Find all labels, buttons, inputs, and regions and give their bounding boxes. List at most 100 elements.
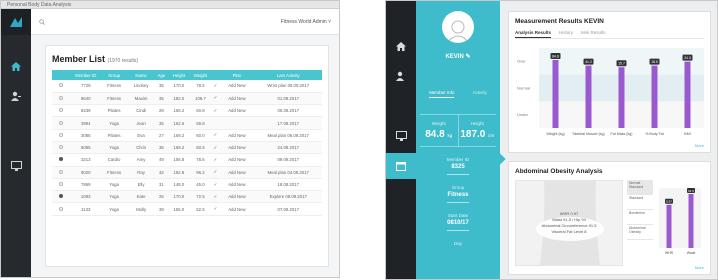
select-cell[interactable] — [52, 166, 71, 179]
tab-history[interactable]: History — [559, 30, 573, 38]
bar — [552, 60, 559, 128]
row-select-radio[interactable] — [59, 120, 64, 125]
search-bar[interactable] — [39, 18, 281, 25]
measurement-results-panel: Measurement Results KEVIN Analysis Resul… — [508, 11, 711, 153]
row-select-radio[interactable] — [59, 132, 64, 137]
table-cell: Chris — [127, 141, 155, 155]
column-header[interactable]: Last Activity — [254, 70, 322, 80]
add-plan-link[interactable]: Add New — [219, 80, 255, 93]
select-cell[interactable] — [52, 202, 71, 216]
column-header[interactable]: Weight — [189, 70, 212, 80]
add-plan-link[interactable]: Add New — [219, 129, 255, 142]
column-header[interactable] — [52, 70, 71, 80]
add-plan-link[interactable] — [219, 116, 255, 130]
row-select-radio[interactable] — [59, 145, 64, 150]
row-select-radio[interactable] — [59, 182, 64, 187]
add-plan-link[interactable]: Add New — [219, 178, 255, 192]
table-cell: Explore 08.09.2017 — [254, 190, 322, 204]
table-cell: 60.8 — [189, 104, 212, 118]
table-row[interactable]: 6085 Yoga Chris 36 168.2 60.5 ✓ Add New 24.08.20… — [52, 141, 322, 155]
table-cell: 6085 — [70, 141, 101, 155]
column-header[interactable]: Age — [154, 70, 169, 80]
user-menu[interactable]: Fitness World Admin ˅ — [281, 19, 331, 25]
table-row[interactable]: 1093 Yoga Kate 26 170.0 72.5 ✓ Add New Explore 0… — [52, 190, 322, 204]
table-cell: 31 — [154, 178, 169, 192]
table-row[interactable]: 9020 Fitness Ray 32 182.8 96.2 ✓ Add New Meal pl… — [52, 166, 322, 179]
abdominal-obesity-panel: Abdominal Obesity Analysis WHR 0.97 Wais… — [508, 161, 711, 275]
tick-label: BMI — [684, 132, 690, 136]
select-cell[interactable] — [52, 104, 71, 118]
member-list-window: Personal Body Data Analysis Fitness Worl… — [0, 0, 340, 278]
members-icon[interactable] — [386, 63, 416, 89]
tab-mini-results[interactable]: Mini Results — [581, 30, 606, 38]
row-select-radio[interactable] — [59, 108, 64, 113]
chevron-down-icon: ˅ — [328, 18, 331, 25]
data-label: 91.5 — [688, 189, 694, 193]
row-select-radio[interactable] — [59, 157, 64, 162]
table-row[interactable]: 8640 Fitness Maxim 35 182.0 108.7 ✓ Add New 01.0… — [52, 92, 322, 106]
table-row[interactable]: 3085 Pilates Eva 27 169.2 60.0 ✓ Add New Meal pl… — [52, 129, 322, 142]
column-header[interactable]: Name — [127, 70, 155, 80]
row-select-radio[interactable] — [59, 206, 64, 211]
column-header[interactable]: Height — [168, 70, 190, 80]
table-cell: 7729 — [70, 80, 101, 93]
select-cell[interactable] — [52, 116, 71, 130]
table-row[interactable]: 7869 Yoga Elly 31 148.0 45.0 ✓ Add New 18.08.201… — [52, 178, 322, 192]
band-label: Under — [517, 112, 529, 117]
monitor-icon[interactable] — [1, 153, 31, 179]
row-select-radio[interactable] — [59, 95, 64, 100]
more-link[interactable]: More — [695, 143, 704, 148]
home-icon[interactable] — [386, 33, 416, 59]
select-cell[interactable] — [52, 178, 71, 192]
select-cell[interactable] — [52, 153, 71, 167]
calendar-icon[interactable] — [386, 153, 416, 179]
column-header[interactable]: Plan — [219, 70, 255, 80]
select-cell[interactable] — [52, 80, 71, 93]
table-cell: 09.09.2017 — [254, 153, 322, 167]
tick-label: Fat Mass (kg) — [611, 132, 633, 136]
table-cell: Elly — [127, 178, 155, 192]
column-header[interactable]: Member ID — [70, 70, 101, 80]
table-row[interactable]: 3213 Cardio Amy 49 155.8 78.6 ✓ Add New 09.09.20… — [52, 153, 322, 167]
main-content: Fitness World Admin ˅ Member List (1970 … — [31, 9, 339, 277]
tab-analysis-results[interactable]: Analysis Results — [515, 30, 552, 38]
monitor-icon[interactable] — [386, 123, 416, 149]
add-plan-link[interactable]: Add New — [219, 166, 255, 179]
tab-member-info[interactable]: Member Info — [429, 90, 455, 98]
column-header[interactable]: Group — [100, 70, 128, 80]
add-plan-link[interactable]: Add New — [219, 141, 255, 155]
add-plan-link[interactable]: Add New — [219, 190, 255, 204]
add-plan-link[interactable]: Add New — [219, 202, 255, 216]
column-header[interactable] — [211, 70, 220, 80]
table-row[interactable]: 3994 Yoga Jean 35 162.6 59.8 17.08.2017 — [52, 116, 322, 130]
band-label: Normal — [517, 85, 530, 90]
row-select-radio[interactable] — [59, 169, 64, 174]
member-id-field: Member ID 8325 — [416, 157, 500, 175]
home-icon[interactable] — [1, 53, 31, 79]
table-cell: 162.6 — [168, 116, 190, 130]
add-plan-link[interactable]: Add New — [219, 92, 255, 106]
more-link[interactable]: More — [695, 265, 704, 270]
select-cell[interactable] — [52, 92, 71, 106]
table-row[interactable]: 7729 Fitness Lindsey 35 170.0 78.5 ✓ Add New Wri… — [52, 80, 322, 93]
table-cell: Lindsey — [127, 80, 155, 93]
table-cell: 59.8 — [189, 116, 212, 130]
table-row[interactable]: 1133 Yoga Molly 38 155.0 52.5 ✓ Add New 07.09.20… — [52, 202, 322, 216]
row-select-radio[interactable] — [59, 83, 64, 88]
table-cell: 165.2 — [168, 104, 190, 118]
select-cell[interactable] — [52, 190, 71, 204]
select-cell[interactable] — [52, 129, 71, 142]
add-plan-link[interactable]: Add New — [219, 104, 255, 118]
table-cell: 32 — [154, 166, 169, 179]
row-select-radio[interactable] — [59, 194, 64, 199]
bar — [585, 65, 592, 128]
table-cell: 108.7 — [189, 92, 212, 106]
table-row[interactable]: 8239 Pilates Cindi 28 165.2 60.8 ✓ Add New 06.08… — [52, 104, 322, 118]
edit-icon[interactable]: ✎ — [465, 54, 470, 60]
members-icon[interactable] — [1, 83, 31, 109]
body-composition-chart: Over Normal Under 84.8 Weight (kg) 41.2 Skelet… — [517, 48, 704, 136]
tab-activity[interactable]: Activity — [473, 90, 487, 98]
select-cell[interactable] — [52, 141, 71, 155]
add-plan-link[interactable]: Add New — [219, 153, 255, 167]
table-cell: Fitness — [100, 166, 128, 179]
